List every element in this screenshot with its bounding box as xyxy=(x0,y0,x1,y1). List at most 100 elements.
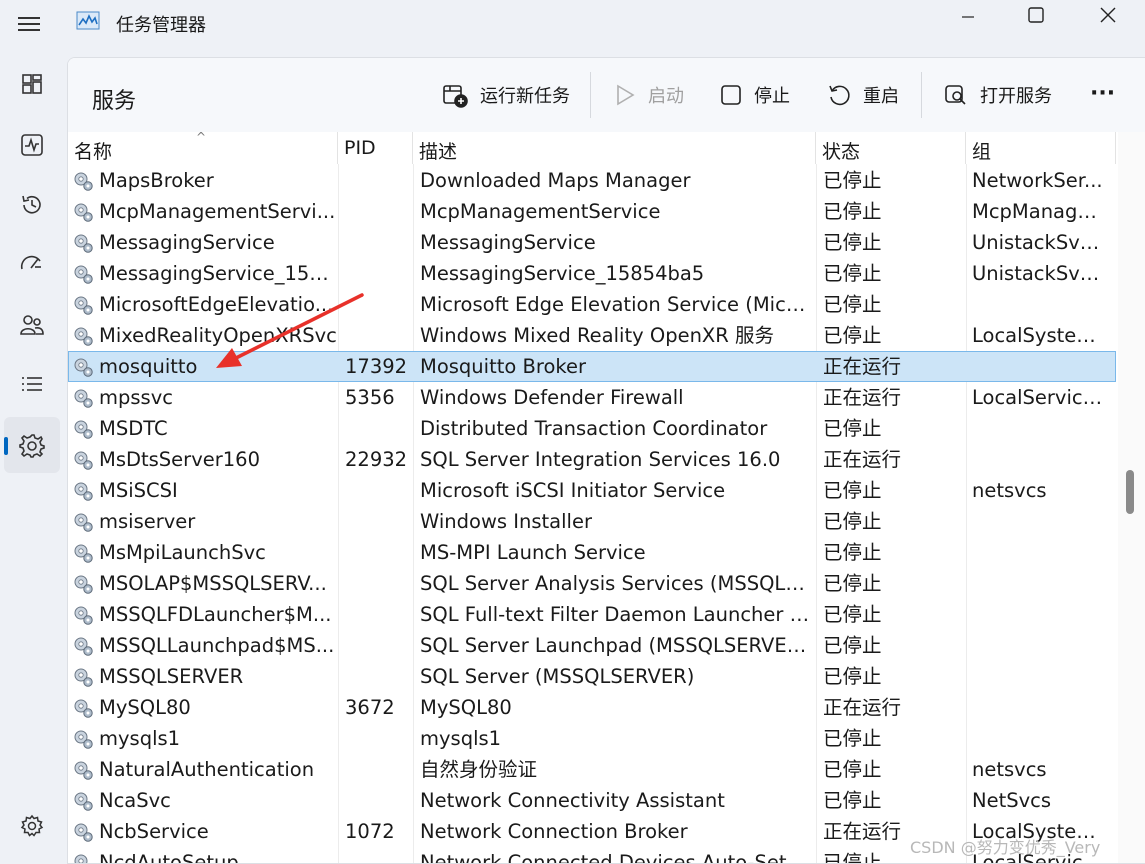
table-row[interactable]: NcaSvc Network Connectivity Assistant 已停止 N… xyxy=(68,785,1116,816)
more-options-button[interactable]: ··· xyxy=(1090,72,1115,114)
restart-button[interactable]: 重启 xyxy=(827,74,899,116)
column-header-description[interactable]: 描述 xyxy=(413,132,816,164)
nav-item-performance[interactable] xyxy=(4,117,60,173)
table-row[interactable]: MixedRealityOpenXRSvc Windows Mixed Reali… xyxy=(68,320,1116,351)
page-title: 服务 xyxy=(92,89,137,114)
service-name: MixedRealityOpenXRSvc xyxy=(99,324,337,347)
table-row[interactable]: MicrosoftEdgeElevatio... Microsoft Edge E… xyxy=(68,289,1116,320)
service-description: Network Connectivity Assistant xyxy=(420,789,725,812)
service-icon xyxy=(72,294,94,316)
table-row[interactable]: MySQL80 3672 MySQL80 正在运行 xyxy=(68,692,1116,723)
service-name: mosquitto xyxy=(99,355,198,378)
table-row[interactable]: mysqls1 mysqls1 已停止 xyxy=(68,723,1116,754)
service-name: MsDtsServer160 xyxy=(99,448,260,471)
start-button[interactable]: 启动 xyxy=(614,74,684,116)
table-row[interactable]: mosquitto 17392 Mosquitto Broker 正在运行 xyxy=(68,351,1116,382)
service-name: NcaSvc xyxy=(99,789,171,812)
service-group xyxy=(972,413,1104,444)
close-button[interactable] xyxy=(1076,0,1140,30)
table-row[interactable]: McpManagementServi... McpManagementServic… xyxy=(68,196,1116,227)
column-header-name[interactable]: ^ 名称 xyxy=(68,130,338,164)
table-row[interactable]: MSOLAP$MSSQLSERV... SQL Server Analysis S… xyxy=(68,568,1116,599)
column-header-group[interactable]: 组 xyxy=(966,132,1116,164)
service-group: NetworkSer... xyxy=(972,169,1103,192)
service-pid xyxy=(345,475,415,506)
vertical-scrollbar[interactable] xyxy=(1118,132,1145,863)
sort-ascending-icon: ^ xyxy=(196,130,207,144)
maximize-button[interactable] xyxy=(1004,0,1068,30)
minimize-button[interactable] xyxy=(936,0,1000,30)
service-status: 已停止 xyxy=(823,169,882,192)
service-status: 已停止 xyxy=(823,510,882,533)
title-bar: 任务管理器 xyxy=(0,0,1145,48)
service-icon xyxy=(72,511,94,533)
service-name: MessagingService_158... xyxy=(99,262,337,285)
service-status: 已停止 xyxy=(823,200,882,223)
table-row[interactable]: MsMpiLaunchSvc MS-MPI Launch Service 已停止 xyxy=(68,537,1116,568)
table-row[interactable]: MsDtsServer160 22932 SQL Server Integratio… xyxy=(68,444,1116,475)
table-row[interactable]: NaturalAuthentication 自然身份验证 已停止 netsvcs xyxy=(68,754,1116,785)
service-group xyxy=(972,568,1104,599)
table-row[interactable]: MessagingService_158... MessagingService_… xyxy=(68,258,1116,289)
active-indicator xyxy=(4,437,8,455)
nav-item-startup-apps[interactable] xyxy=(4,236,60,292)
service-status: 已停止 xyxy=(823,634,882,657)
service-pid: 5356 xyxy=(345,386,395,409)
menu-icon[interactable] xyxy=(17,12,43,36)
service-status: 已停止 xyxy=(823,479,882,502)
service-name: MapsBroker xyxy=(99,169,214,192)
service-icon xyxy=(72,325,94,347)
restart-label: 重启 xyxy=(863,86,899,107)
service-description: SQL Server Analysis Services (MSSQLS... xyxy=(420,572,810,595)
table-row[interactable]: MSiSCSI Microsoft iSCSI Initiator Service… xyxy=(68,475,1116,506)
column-header-status[interactable]: 状态 xyxy=(816,132,966,164)
run-new-task-button[interactable]: 运行新任务 xyxy=(442,74,570,116)
table-row[interactable]: mpssvc 5356 Windows Defender Firewall 正在运行 L… xyxy=(68,382,1116,413)
service-pid xyxy=(345,537,415,568)
service-description: MessagingService_15854ba5 xyxy=(420,262,705,285)
table-row[interactable]: MessagingService MessagingService 已停止 Unist… xyxy=(68,227,1116,258)
services-search-icon xyxy=(945,85,966,105)
nav-item-users[interactable] xyxy=(4,297,60,353)
service-group xyxy=(972,661,1104,692)
scrollbar-thumb[interactable] xyxy=(1126,470,1134,514)
service-status: 已停止 xyxy=(823,603,882,626)
play-icon xyxy=(617,84,635,106)
column-header-label: 名称 xyxy=(74,141,113,163)
column-header-label: 状态 xyxy=(822,141,861,163)
table-row[interactable]: MSSQLLaunchpad$MS... SQL Server Launchpad… xyxy=(68,630,1116,661)
service-description: 自然身份验证 xyxy=(420,758,538,781)
table-row[interactable]: MSSQLSERVER SQL Server (MSSQLSERVER) 已停止 xyxy=(68,661,1116,692)
service-group: netsvcs xyxy=(972,758,1047,781)
nav-item-settings[interactable] xyxy=(4,798,60,854)
toolbar-separator xyxy=(590,72,591,118)
service-pid xyxy=(345,599,415,630)
service-description: Microsoft iSCSI Initiator Service xyxy=(420,479,726,502)
stop-button[interactable]: 停止 xyxy=(720,74,790,116)
service-name: MSOLAP$MSSQLSERV... xyxy=(99,572,327,595)
pulse-icon xyxy=(21,134,43,156)
service-pid xyxy=(345,723,415,754)
nav-item-details[interactable] xyxy=(4,356,60,412)
open-services-button[interactable]: 打开服务 xyxy=(944,74,1052,116)
table-row[interactable]: msiserver Windows Installer 已停止 xyxy=(68,506,1116,537)
nav-item-processes[interactable] xyxy=(4,56,60,112)
service-pid xyxy=(345,785,415,816)
service-icon xyxy=(72,604,94,626)
service-group xyxy=(972,630,1104,661)
service-pid xyxy=(345,258,415,289)
nav-item-services[interactable] xyxy=(4,417,60,473)
table-row[interactable]: MapsBroker Downloaded Maps Manager 已停止 Netw… xyxy=(68,165,1116,196)
table-row[interactable]: MSDTC Distributed Transaction Coordinator… xyxy=(68,413,1116,444)
nav-item-app-history[interactable] xyxy=(4,177,60,233)
service-name: mysqls1 xyxy=(99,727,181,750)
service-pid xyxy=(345,320,415,351)
minimize-icon xyxy=(962,16,974,18)
service-pid xyxy=(345,413,415,444)
users-icon xyxy=(20,315,44,335)
service-icon xyxy=(72,232,94,254)
service-pid: 1072 xyxy=(345,820,395,843)
column-header-pid[interactable]: PID xyxy=(338,132,413,164)
service-status: 已停止 xyxy=(823,293,882,316)
table-row[interactable]: MSSQLFDLauncher$M... SQL Full-text Filter… xyxy=(68,599,1116,630)
